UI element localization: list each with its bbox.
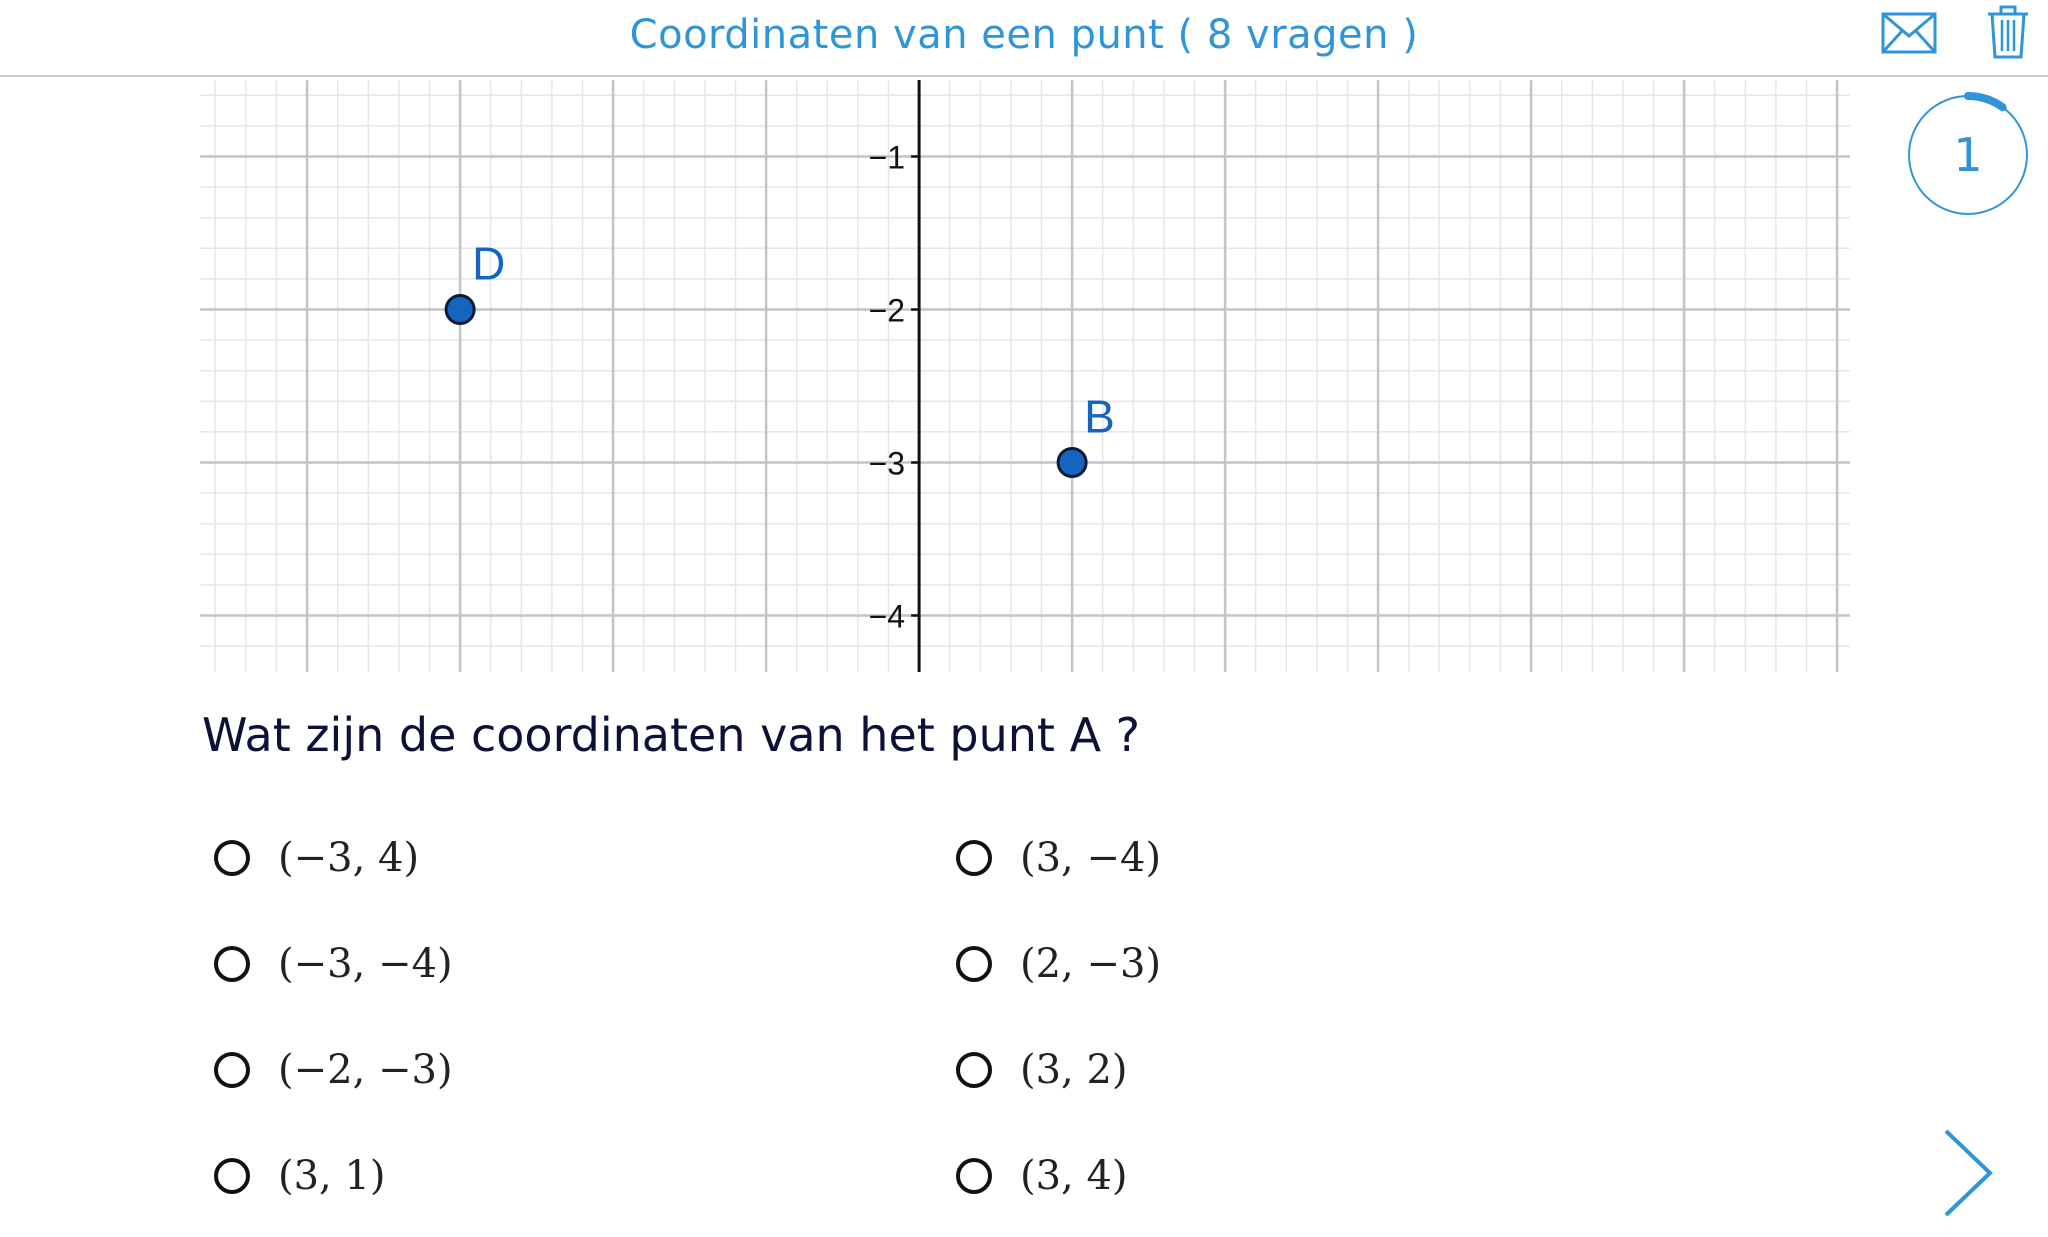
option-3[interactable]: (−3, −4)	[200, 929, 453, 999]
option-label: (3, −4)	[1020, 835, 1162, 881]
question-number: 1	[1953, 128, 1983, 182]
radio-button[interactable]	[956, 1052, 992, 1088]
header-bar: Coordinaten van een punt ( 8 vragen )	[0, 0, 2048, 77]
radio-button[interactable]	[214, 1052, 250, 1088]
option-label: (3, 4)	[1020, 1153, 1128, 1199]
trash-icon[interactable]	[1985, 4, 2031, 60]
y-tick-label: −1	[869, 140, 905, 176]
radio-button[interactable]	[214, 946, 250, 982]
question-text: Wat zijn de coordinaten van het punt A ?	[202, 708, 1141, 762]
point-label-B: B	[1084, 391, 1115, 443]
option-label: (−2, −3)	[278, 1047, 453, 1093]
option-label: (2, −3)	[1020, 941, 1162, 987]
quiz-title: Coordinaten van een punt ( 8 vragen )	[629, 12, 1419, 58]
progress-indicator: 1	[1905, 92, 2031, 218]
option-4[interactable]: (2, −3)	[942, 929, 1161, 999]
option-label: (−3, −4)	[278, 941, 453, 987]
option-6[interactable]: (3, 2)	[942, 1035, 1128, 1105]
point-label-D: D	[472, 238, 505, 290]
radio-button[interactable]	[956, 840, 992, 876]
option-5[interactable]: (−2, −3)	[200, 1035, 453, 1105]
y-tick-label: −3	[869, 446, 905, 482]
option-label: (−3, 4)	[278, 835, 420, 881]
point-B	[1056, 447, 1088, 478]
option-2[interactable]: (3, −4)	[942, 823, 1161, 893]
radio-button[interactable]	[956, 946, 992, 982]
option-label: (3, 2)	[1020, 1047, 1128, 1093]
option-8[interactable]: (3, 4)	[942, 1141, 1128, 1211]
option-1[interactable]: (−3, 4)	[200, 823, 419, 893]
radio-button[interactable]	[214, 840, 250, 876]
option-7[interactable]: (3, 1)	[200, 1141, 386, 1211]
y-tick-label: −4	[869, 599, 905, 635]
coordinate-grid: −1 −2 −3 −4 D B	[200, 80, 1850, 672]
point-D	[444, 294, 476, 325]
next-arrow-icon[interactable]	[1938, 1125, 1998, 1221]
option-label: (3, 1)	[278, 1153, 386, 1199]
radio-button[interactable]	[214, 1158, 250, 1194]
y-tick-label: −2	[869, 293, 905, 329]
radio-button[interactable]	[956, 1158, 992, 1194]
mail-icon[interactable]	[1880, 8, 1938, 58]
